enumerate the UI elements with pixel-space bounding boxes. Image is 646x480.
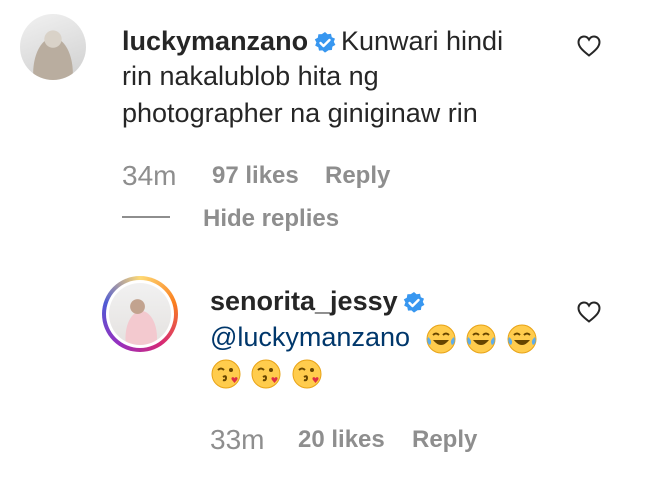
- comment-timestamp[interactable]: 34m: [122, 160, 176, 192]
- comment-text-line3: photographer na giniginaw rin: [122, 98, 478, 128]
- avatar: [109, 283, 171, 345]
- avatar-ring-gap: [106, 280, 174, 348]
- comment-first-line: luckymanzano Kunwari hindi: [122, 22, 503, 61]
- verified-badge-icon: [402, 291, 426, 320]
- kissing-heart-emoji-icon: [250, 358, 282, 395]
- reply-text-line1: @luckymanzano: [210, 318, 542, 360]
- comment-text-line1: Kunwari hindi: [340, 26, 504, 56]
- comment-likes-count[interactable]: 97 likes: [212, 162, 299, 190]
- avatar-story-ring[interactable]: [102, 276, 178, 352]
- comment-username[interactable]: luckymanzano: [122, 26, 308, 56]
- mention-link[interactable]: @luckymanzano: [210, 322, 410, 352]
- reply-username[interactable]: senorita_jessy: [210, 286, 398, 316]
- reply-text-line2: [210, 358, 327, 395]
- avatar[interactable]: [20, 14, 86, 80]
- kissing-heart-emoji-icon: [210, 358, 242, 395]
- replies-divider: [122, 216, 170, 218]
- like-heart-icon[interactable]: [576, 300, 602, 329]
- reply-timestamp[interactable]: 33m: [210, 424, 264, 456]
- kissing-heart-emoji-icon: [291, 358, 323, 395]
- like-heart-icon[interactable]: [576, 34, 602, 63]
- reply-reply-button[interactable]: Reply: [412, 426, 477, 454]
- reply-first-line: senorita_jessy: [210, 286, 426, 320]
- tears-of-joy-emoji-icon: [506, 323, 538, 360]
- comment-text-line2: rin nakalublob hita ng: [122, 61, 379, 91]
- tears-of-joy-emoji-icon: [465, 323, 497, 360]
- comment-reply-button[interactable]: Reply: [325, 162, 390, 190]
- hide-replies-label: Hide replies: [203, 205, 340, 232]
- reply-likes-label: 20 likes: [298, 426, 385, 453]
- reply-likes-count[interactable]: 20 likes: [298, 426, 385, 454]
- reply-reply-label: Reply: [412, 426, 478, 453]
- tears-of-joy-emoji-icon: [425, 323, 457, 360]
- comment-reply-label: Reply: [325, 162, 391, 189]
- comment-likes-label: 97 likes: [212, 162, 299, 189]
- verified-badge-icon: [313, 31, 337, 60]
- hide-replies-button[interactable]: Hide replies: [203, 205, 339, 233]
